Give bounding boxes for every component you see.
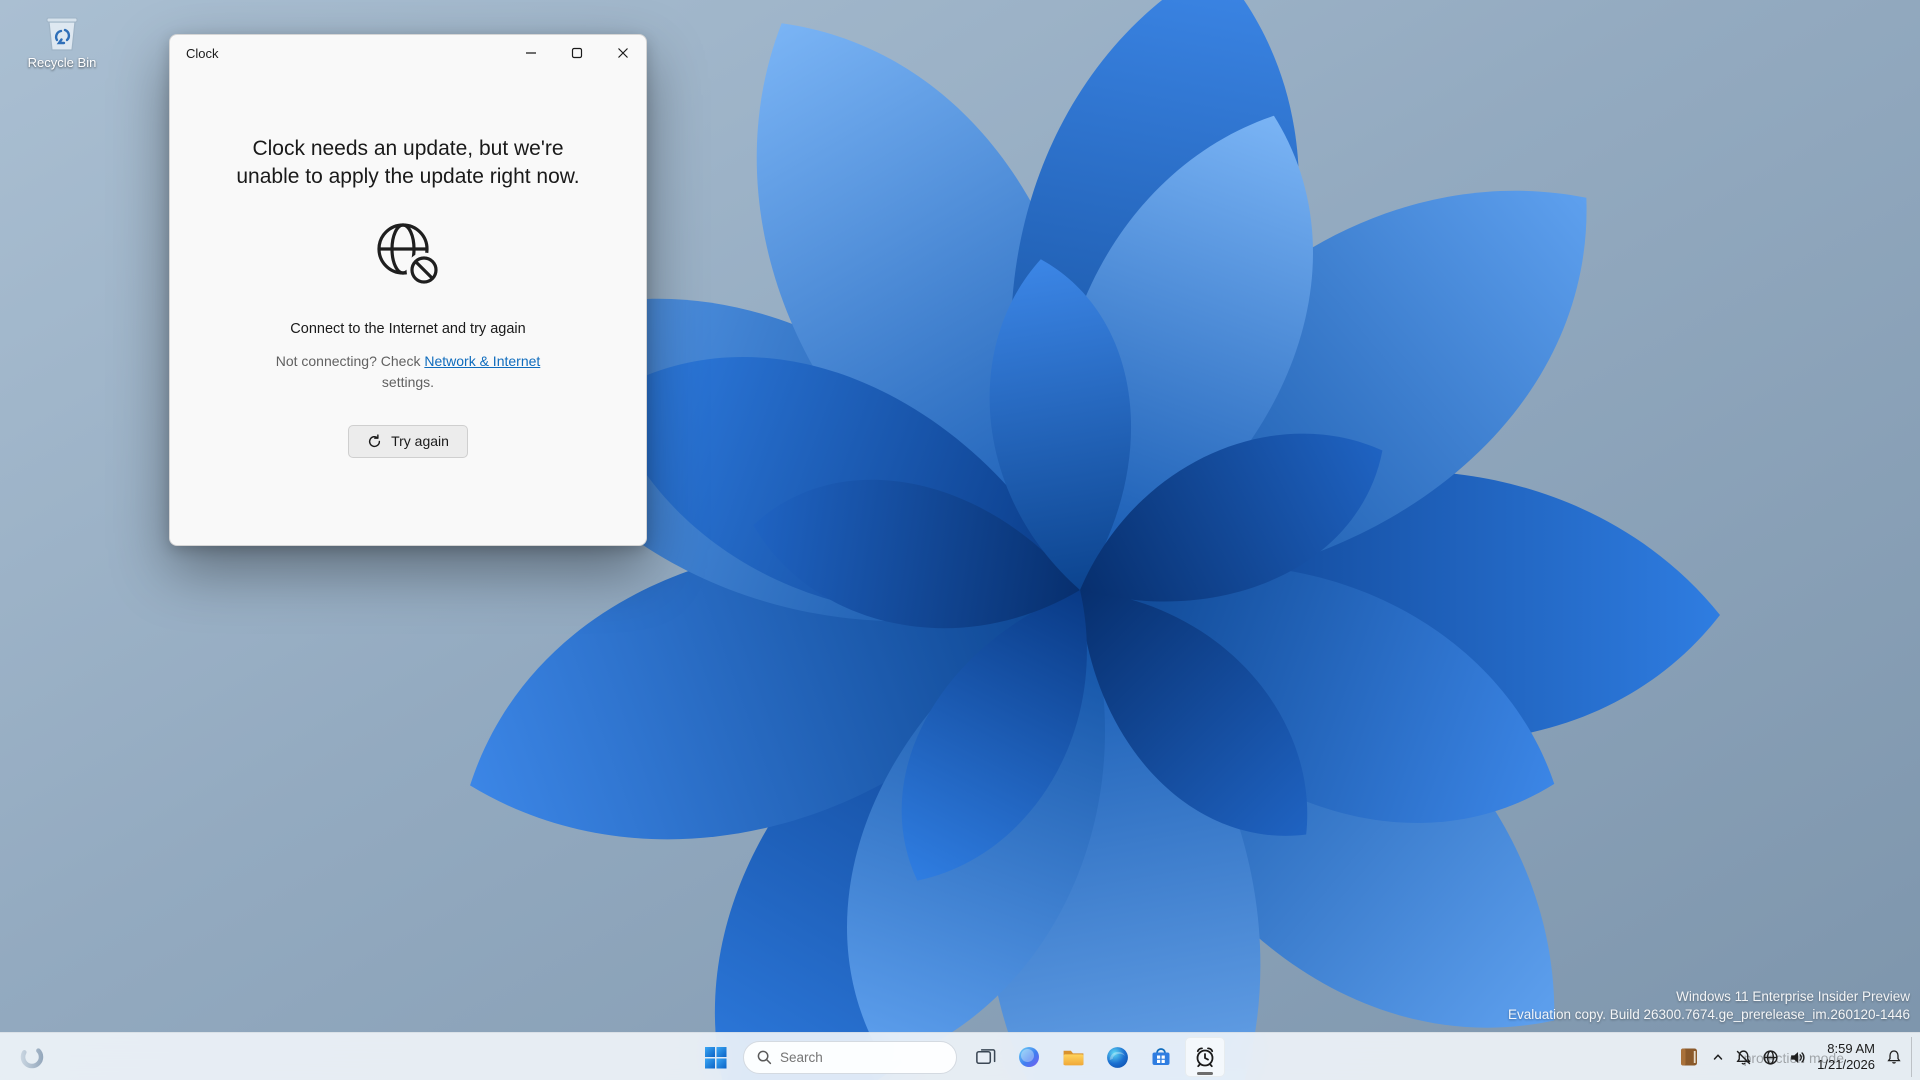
taskbar-search[interactable] (743, 1040, 957, 1074)
recycle-bin-glyph (46, 17, 78, 51)
close-button[interactable] (600, 35, 646, 71)
microsoft-store-button[interactable] (1141, 1037, 1181, 1077)
notification-bell-icon (1887, 1050, 1901, 1064)
copilot-icon (1019, 1047, 1039, 1067)
network-globe-icon (1763, 1049, 1778, 1065)
not-connecting-suffix: settings. (381, 374, 435, 391)
refresh-icon (369, 434, 381, 448)
not-connecting-prefix: Not connecting? Check (275, 353, 425, 370)
recycle-bin-label: Recycle Bin (27, 55, 97, 70)
copilot-button[interactable] (1009, 1037, 1049, 1077)
notebook-icon (1681, 1048, 1698, 1066)
volume-button[interactable] (1784, 1037, 1811, 1077)
microsoft-store-icon (1152, 1048, 1170, 1065)
error-heading: Clock needs an update, but we're unable … (236, 137, 580, 188)
connect-message: Connect to the Internet and try again (290, 321, 526, 338)
tray-app-button[interactable] (1672, 1037, 1706, 1077)
task-view-button[interactable] (965, 1037, 1005, 1077)
file-explorer-icon (1063, 1050, 1083, 1065)
do-not-disturb-button[interactable] (1730, 1037, 1757, 1077)
taskbar: 8:59 AM 1/21/2026 protection mode (0, 1032, 1920, 1080)
chevron-up-icon (1713, 1054, 1723, 1060)
tray-time: 8:59 AM (1827, 1040, 1875, 1056)
desktop: Recycle Bin Clock Clock needs an update,… (0, 0, 1920, 1080)
recycle-bin-icon[interactable]: Recycle Bin (22, 10, 102, 70)
try-again-label: Try again (391, 433, 449, 450)
window-title: Clock (186, 45, 219, 61)
notification-center-button[interactable] (1881, 1037, 1907, 1077)
not-connecting-message: Not connecting? Check Network & Internet… (248, 351, 568, 393)
clock-error-content: Clock needs an update, but we're unable … (170, 135, 646, 459)
try-again-button[interactable]: Try again (348, 425, 468, 459)
maximize-button[interactable] (554, 35, 600, 71)
hidden-icons-button[interactable] (1706, 1037, 1730, 1077)
task-view-icon (975, 1048, 995, 1064)
watermark-line2: Evaluation copy. Build 26300.7674.ge_pre… (1507, 1006, 1910, 1022)
minimize-button[interactable] (508, 35, 554, 71)
tray-date: 1/21/2026 (1817, 1057, 1875, 1072)
window-controls (508, 35, 646, 71)
network-internet-link[interactable]: Network & Internet (424, 353, 540, 369)
network-button[interactable] (1757, 1037, 1784, 1077)
speaker-icon (1791, 1051, 1805, 1063)
widgets-spinner-icon (20, 1045, 44, 1069)
clock-window-titlebar: Clock (170, 35, 646, 71)
clock-window: Clock Clock needs an update, but we're u… (169, 34, 647, 546)
insider-watermark: Windows 11 Enterprise Insider Preview Ev… (1508, 988, 1910, 1024)
watermark-line1: Windows 11 Enterprise Insider Preview (1676, 988, 1910, 1004)
search-input[interactable] (780, 1049, 930, 1065)
globe-offline-icon (377, 223, 442, 288)
maximize-icon (571, 47, 583, 59)
minimize-icon (526, 52, 536, 54)
widgets-button[interactable] (12, 1037, 52, 1077)
clock-app-button[interactable] (1185, 1037, 1225, 1077)
bell-slash-icon (1736, 1049, 1751, 1065)
windows-logo-icon (704, 1046, 726, 1068)
edge-browser-button[interactable] (1097, 1037, 1137, 1077)
clock-app-icon (1196, 1047, 1214, 1068)
edge-browser-icon (1106, 1046, 1128, 1068)
close-icon (618, 48, 628, 58)
search-icon (757, 1050, 772, 1064)
show-desktop-button[interactable] (1911, 1037, 1916, 1077)
start-button[interactable] (695, 1037, 735, 1077)
running-app-indicator (1197, 1072, 1213, 1075)
file-explorer-button[interactable] (1053, 1037, 1093, 1077)
taskbar-clock[interactable]: 8:59 AM 1/21/2026 (1811, 1041, 1881, 1074)
